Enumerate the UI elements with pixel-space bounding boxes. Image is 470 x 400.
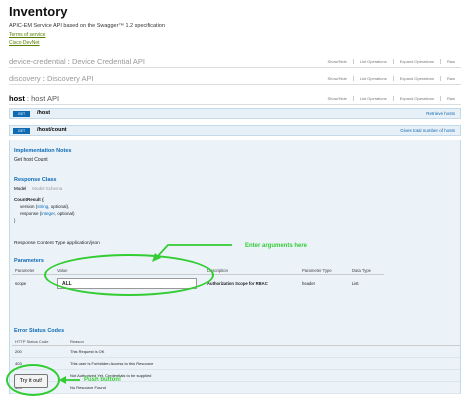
annotation-push-button: Push button!	[84, 377, 121, 383]
api-ops-links: Show/Hide List Operations Expand Operati…	[321, 59, 461, 64]
page-subtitle: APIC-EM Service API based on the Swagger…	[9, 23, 165, 29]
annotation-ellipse-button	[6, 364, 60, 396]
model-field-version: version (string, optional),	[20, 204, 70, 209]
list-operations-link[interactable]: List Operations	[352, 96, 393, 101]
list-operations-link[interactable]: List Operations	[352, 59, 393, 64]
api-description: Device Credential API	[71, 57, 145, 66]
api-description: Discovery API	[46, 74, 94, 83]
annotation-enter-arguments: Enter arguments here	[245, 243, 308, 249]
operation-summary[interactable]: Retrieve hosts	[426, 111, 455, 116]
parameters-heading: Parameters	[14, 258, 44, 264]
show-hide-link[interactable]: Show/Hide	[321, 96, 352, 101]
response-class-heading: Response Class	[14, 177, 57, 183]
show-hide-link[interactable]: Show/Hide	[321, 59, 352, 64]
api-section-host: host : host API Show/Hide List Operation…	[9, 92, 461, 105]
api-name[interactable]: host	[9, 94, 25, 103]
error-header-row: HTTP Status Code Reason	[12, 338, 460, 346]
annotation-arrow-push	[59, 376, 80, 384]
terms-of-service-link[interactable]: Terms of service	[9, 32, 45, 38]
param-header-description: Description	[204, 267, 299, 275]
error-header-code: HTTP Status Code	[12, 338, 67, 346]
param-type: header	[302, 281, 316, 286]
page-title: Inventory	[9, 4, 68, 19]
table-row: 403 This user is Forbidden Access to thi…	[12, 357, 460, 370]
devnet-link[interactable]: Cisco DevNet	[9, 40, 40, 46]
http-method-badge: GET	[13, 111, 30, 117]
response-content-type-label: Response Content Type	[14, 241, 66, 246]
http-method-badge: GET	[13, 128, 30, 134]
error-reason: No Resource Found	[67, 381, 460, 394]
param-description: Authorization Scope for RBAC	[207, 281, 268, 286]
operation-summary[interactable]: Gives total number of hosts	[400, 128, 455, 133]
model-close: }	[14, 218, 16, 223]
model-tab[interactable]: Model	[14, 186, 26, 191]
show-hide-link[interactable]: Show/Hide	[321, 76, 352, 81]
operation-get-host[interactable]: GET /host Retrieve hosts	[9, 108, 461, 119]
param-header-data-type: Data Type	[349, 267, 384, 275]
param-header-parameter-type: Parameter Type	[299, 267, 349, 275]
model-definition: CountResult { version (string, optional)…	[14, 196, 75, 224]
implementation-notes-heading: Implementation Notes	[14, 148, 72, 154]
expand-operations-link[interactable]: Expand Operations	[392, 96, 440, 101]
raw-link[interactable]: Raw	[439, 59, 461, 64]
model-tabs: Model Model Schema	[14, 186, 62, 191]
error-reason: This Request is OK	[67, 345, 460, 358]
api-section-title[interactable]: host : host API	[9, 94, 59, 103]
expand-operations-link[interactable]: Expand Operations	[392, 76, 440, 81]
model-schema-tab[interactable]: Model Schema	[32, 186, 62, 191]
raw-link[interactable]: Raw	[439, 96, 461, 101]
response-content-type: Response Content Type application/json	[14, 241, 100, 246]
api-section-title[interactable]: device-credential : Device Credential AP…	[9, 57, 145, 66]
list-operations-link[interactable]: List Operations	[352, 76, 393, 81]
model-name: CountResult {	[14, 197, 44, 202]
api-section-title[interactable]: discovery : Discovery API	[9, 74, 94, 83]
model-field-response: response (integer, optional)	[20, 211, 75, 216]
operation-path[interactable]: /host/count	[37, 127, 67, 133]
api-ops-links: Show/Hide List Operations Expand Operati…	[321, 96, 461, 101]
api-name[interactable]: discovery	[9, 74, 41, 83]
api-section-discovery: discovery : Discovery API Show/Hide List…	[9, 72, 461, 85]
error-code: 200	[12, 345, 67, 358]
operation-get-host-count[interactable]: GET /host/count Gives total number of ho…	[9, 125, 461, 136]
api-ops-links: Show/Hide List Operations Expand Operati…	[321, 76, 461, 81]
error-reason: Not Authorized Yet, Credentials to be su…	[67, 369, 460, 382]
api-name[interactable]: device-credential	[9, 57, 66, 66]
param-data-type: List	[352, 281, 359, 286]
error-header-reason: Reason	[67, 338, 460, 346]
implementation-notes-text: Get host Count	[14, 157, 48, 163]
error-reason: This user is Forbidden Access to this Re…	[67, 357, 460, 370]
raw-link[interactable]: Raw	[439, 76, 461, 81]
api-description: host API	[31, 94, 60, 103]
table-row: 200 This Request is OK	[12, 345, 460, 358]
operation-path[interactable]: /host	[37, 110, 50, 116]
expand-operations-link[interactable]: Expand Operations	[392, 59, 440, 64]
error-status-codes-heading: Error Status Codes	[14, 328, 65, 334]
api-section-device-credential: device-credential : Device Credential AP…	[9, 55, 461, 68]
annotation-arrow-enter	[152, 244, 232, 262]
response-content-type-select[interactable]: application/json	[67, 241, 100, 246]
